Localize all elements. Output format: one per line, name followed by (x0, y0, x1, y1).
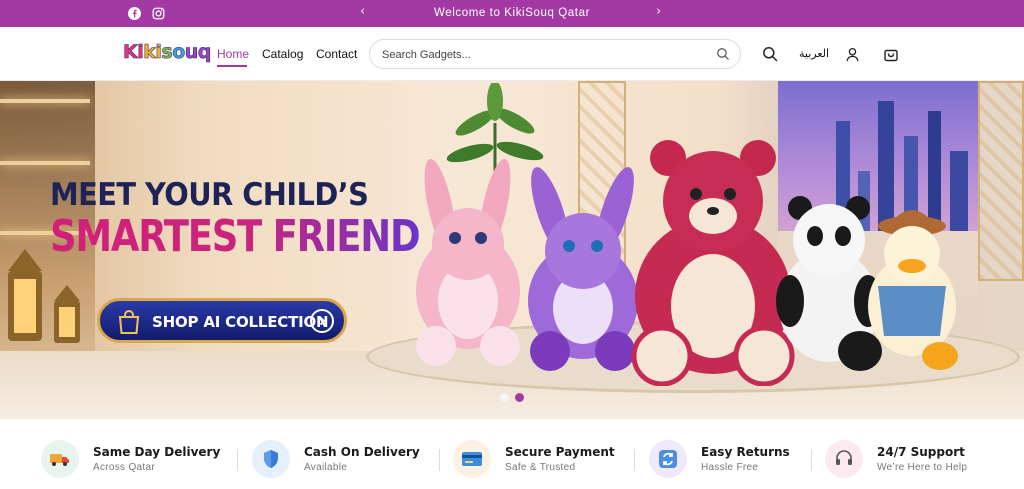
red-bear-plush (631, 140, 795, 386)
feature-secure-payment: Secure Payment Safe & Trusted (453, 440, 628, 480)
search-input[interactable] (382, 46, 702, 64)
feature-subtitle: Safe & Trusted (505, 462, 576, 473)
shop-ai-collection-button[interactable]: SHOP AI COLLECTION (97, 298, 347, 343)
nav-contact[interactable]: Contact (316, 47, 357, 61)
search-icon[interactable] (761, 45, 779, 63)
shop-ai-collection-label: SHOP AI COLLECTION (152, 313, 329, 331)
hero-headline-line2: SMARTEST FRIEND (50, 211, 421, 262)
language-switch[interactable]: العربية (799, 47, 829, 60)
divider (439, 449, 440, 471)
divider (237, 449, 238, 471)
search-box (369, 39, 741, 69)
user-icon[interactable] (843, 45, 861, 63)
pink-bunny-plush (416, 158, 520, 366)
feature-title: Secure Payment (505, 445, 615, 459)
feature-same-day-delivery: Same Day Delivery Across Qatar (41, 440, 220, 480)
hero-headline-line1: MEET YOUR CHILD’S (50, 177, 369, 213)
nav-active-underline (217, 65, 247, 67)
feature-title: 24/7 Support (877, 445, 965, 459)
search-submit-icon[interactable] (716, 47, 730, 66)
delivery-truck-icon (41, 440, 79, 478)
feature-title: Same Day Delivery (93, 445, 221, 459)
lattice-decoration-right (978, 81, 1024, 281)
feature-cash-on-delivery: Cash On Delivery Available (252, 440, 427, 480)
announcement-next-arrow[interactable]: › (656, 4, 661, 19)
nav-catalog[interactable]: Catalog (262, 47, 303, 61)
feature-title: Easy Returns (701, 445, 790, 459)
credit-card-icon (453, 440, 491, 478)
plush-toys-illustration (416, 140, 958, 386)
chevron-right-icon (310, 309, 334, 333)
carousel-dot-1[interactable] (500, 393, 509, 402)
site-logo[interactable]: Kikisouq (123, 41, 212, 64)
returns-icon (649, 440, 687, 478)
feature-subtitle: Available (304, 462, 348, 473)
duck-plush (868, 210, 958, 370)
feature-subtitle: Across Qatar (93, 462, 155, 473)
feature-subtitle: Hassle Free (701, 462, 759, 473)
features-row: Same Day Delivery Across Qatar Cash On D… (0, 419, 1024, 489)
feature-title: Cash On Delivery (304, 445, 420, 459)
announcement-text: Welcome to KikiSouq Qatar (433, 7, 591, 19)
divider (634, 449, 635, 471)
feature-easy-returns: Easy Returns Hassle Free (649, 440, 809, 480)
purple-bunny-plush (528, 167, 638, 371)
headset-icon (825, 440, 863, 478)
carousel-dot-2[interactable] (515, 393, 524, 402)
site-header: Kikisouq Home Catalog Contact العربية (0, 27, 1024, 81)
announcement-bar: ‹ Welcome to KikiSouq Qatar › (0, 0, 1024, 27)
divider (811, 449, 812, 471)
nav-home[interactable]: Home (217, 47, 249, 61)
shield-icon (252, 440, 290, 478)
feature-subtitle: We’re Here to Help (877, 462, 968, 473)
cart-icon[interactable] (882, 45, 900, 63)
hero-banner[interactable]: MEET YOUR CHILD’S SMARTEST FRIEND SHOP A… (0, 81, 1024, 419)
feature-support: 24/7 Support We’re Here to Help (825, 440, 1000, 480)
shopping-bag-icon (117, 309, 141, 340)
